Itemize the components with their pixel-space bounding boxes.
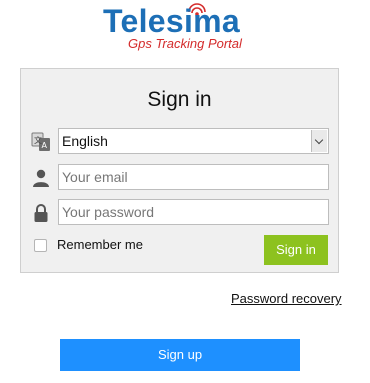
password-recovery-link[interactable]: Password recovery xyxy=(231,291,342,306)
lock-icon xyxy=(31,203,51,223)
chevron-down-icon[interactable] xyxy=(311,130,327,152)
svg-text:A: A xyxy=(42,141,48,150)
language-selected-value: English xyxy=(62,133,108,149)
password-field[interactable]: Your password xyxy=(58,199,329,225)
brand-logo: Telesima Gps Tracking Portal xyxy=(103,2,263,54)
remember-me-label[interactable]: Remember me xyxy=(57,237,143,252)
signin-button[interactable]: Sign in xyxy=(264,235,328,265)
email-field[interactable]: Your email xyxy=(58,164,329,190)
brand-tagline: Gps Tracking Portal xyxy=(128,36,242,51)
language-select[interactable]: English xyxy=(58,128,329,154)
language-translate-icon: 文 A xyxy=(31,132,51,152)
signin-panel: Sign in 文 A English Your email Your pass… xyxy=(20,68,339,273)
remember-me-checkbox[interactable] xyxy=(34,239,47,252)
brand-wordmark: Telesima xyxy=(103,3,240,39)
signin-title: Sign in xyxy=(147,88,212,111)
signup-button[interactable]: Sign up xyxy=(60,339,300,371)
user-icon xyxy=(31,168,51,188)
